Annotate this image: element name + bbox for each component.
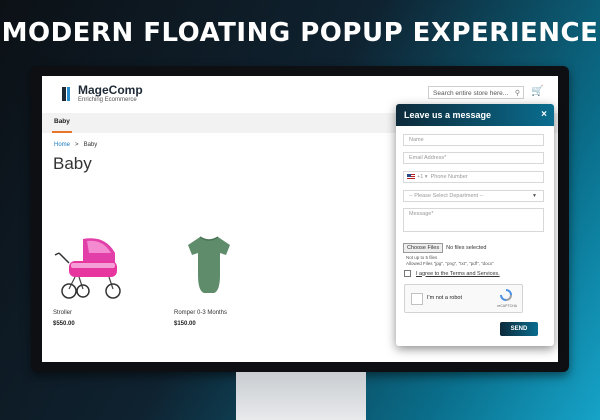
product-price: $550.00: [53, 321, 75, 327]
breadcrumb-separator: >: [75, 142, 79, 148]
email-field[interactable]: Email Address*: [403, 152, 544, 164]
recaptcha-checkbox[interactable]: [411, 293, 423, 305]
search-input[interactable]: Search entire store here... ⚲: [428, 86, 524, 99]
terms-checkbox-row[interactable]: I agree to the Terms and Services.: [404, 270, 500, 277]
recaptcha-brand: reCAPTCHA: [497, 304, 517, 308]
store-logo[interactable]: MageComp Enriching Ecommerce: [62, 84, 143, 103]
logo-icon: [62, 86, 74, 101]
product-price: $150.00: [174, 321, 196, 327]
close-icon[interactable]: ×: [541, 104, 547, 126]
nav-item-baby[interactable]: Baby: [52, 113, 72, 133]
department-placeholder: -- Please Select Department --: [409, 193, 484, 199]
product-name[interactable]: Romper 0-3 Months: [174, 310, 264, 316]
search-placeholder: Search entire store here...: [433, 90, 509, 97]
message-textarea[interactable]: Message*: [403, 208, 544, 232]
recaptcha-label: I'm not a robot: [427, 295, 462, 301]
recaptcha-widget: I'm not a robot reCAPTCHA: [404, 284, 523, 313]
phone-country-code[interactable]: +1 ▾: [417, 174, 428, 180]
terms-link[interactable]: I agree to the Terms and Services.: [416, 271, 500, 277]
page-title: Baby: [53, 154, 92, 173]
popup-title: Leave us a message: [404, 110, 492, 120]
recaptcha-icon: [500, 289, 512, 301]
product-card[interactable]: Romper 0-3 Months $150.00: [174, 231, 264, 327]
search-icon[interactable]: ⚲: [515, 87, 520, 100]
file-upload: Choose Files No files selected: [403, 243, 486, 253]
name-placeholder: Name: [409, 137, 424, 143]
us-flag-icon[interactable]: [407, 174, 415, 180]
cart-icon[interactable]: 🛒: [531, 86, 543, 97]
send-button[interactable]: SEND: [500, 322, 538, 336]
chevron-down-icon: ▼: [532, 193, 537, 199]
name-field[interactable]: Name: [403, 134, 544, 146]
monitor-stand: [236, 372, 366, 420]
phone-field[interactable]: +1 ▾ Phone Number: [403, 171, 544, 183]
no-file-text: No files selected: [446, 245, 487, 251]
email-placeholder: Email Address*: [409, 155, 447, 161]
romper-image[interactable]: [174, 231, 244, 301]
promo-headline: MODERN FLOATING POPUP EXPERIENCE: [1, 18, 599, 48]
breadcrumb: Home > Baby: [54, 142, 97, 148]
breadcrumb-home[interactable]: Home: [54, 142, 70, 148]
product-card[interactable]: Stroller $550.00: [53, 231, 143, 327]
popup-header: Leave us a message ×: [396, 104, 554, 126]
logo-tagline: Enriching Ecommerce: [78, 97, 137, 103]
choose-files-button[interactable]: Choose Files: [403, 243, 444, 253]
logo-name: MageComp: [78, 83, 143, 97]
terms-checkbox[interactable]: [404, 270, 411, 277]
breadcrumb-current: Baby: [83, 142, 98, 148]
phone-placeholder: Phone Number: [430, 174, 468, 180]
product-name[interactable]: Stroller: [53, 310, 143, 316]
department-select[interactable]: -- Please Select Department -- ▼: [403, 190, 544, 202]
message-popup: Leave us a message × Name Email Address*…: [396, 104, 554, 346]
stroller-image[interactable]: [53, 231, 123, 301]
file-types-note: Allowed Files "jpg", "png", "txt", "pdf"…: [406, 261, 494, 266]
message-placeholder: Message*: [409, 211, 434, 217]
file-limit-note: Not up to 5 files: [406, 255, 438, 260]
